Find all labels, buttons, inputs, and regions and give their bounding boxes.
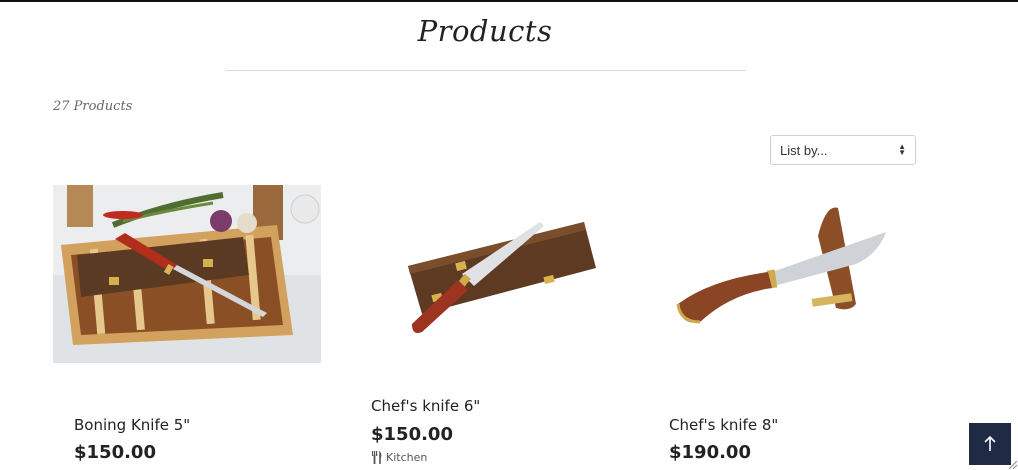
product-photo [53, 185, 321, 363]
product-name[interactable]: Boning Knife 5" [74, 416, 190, 434]
fork-knife-icon [372, 451, 382, 464]
product-name[interactable]: Chef's knife 8" [669, 416, 778, 434]
category-tag[interactable]: Kitchen [371, 451, 427, 464]
top-border [0, 0, 1018, 2]
product-price: $190.00 [669, 442, 751, 463]
product-image-chefs-knife-8[interactable] [650, 196, 916, 354]
title-divider [225, 70, 746, 71]
product-price: $150.00 [74, 442, 156, 463]
sort-arrows-icon: ▲ ▼ [898, 142, 906, 157]
back-to-top-button[interactable] [969, 423, 1011, 465]
product-name[interactable]: Chef's knife 6" [371, 397, 480, 415]
page-title: Products [417, 14, 553, 48]
product-price: $150.00 [371, 424, 453, 445]
resize-grip-icon[interactable] [1009, 461, 1017, 469]
sort-select-label: List by... [780, 142, 828, 158]
product-image-chefs-knife-6[interactable] [352, 196, 618, 354]
product-photo [650, 196, 916, 354]
product-photo [352, 196, 618, 354]
sort-select[interactable]: List by... ▲ ▼ [770, 135, 916, 165]
product-count: 27 Products [53, 99, 133, 114]
product-image-boning-knife[interactable] [53, 185, 321, 363]
arrow-up-icon [984, 436, 996, 451]
category-tag-label: Kitchen [386, 451, 428, 464]
